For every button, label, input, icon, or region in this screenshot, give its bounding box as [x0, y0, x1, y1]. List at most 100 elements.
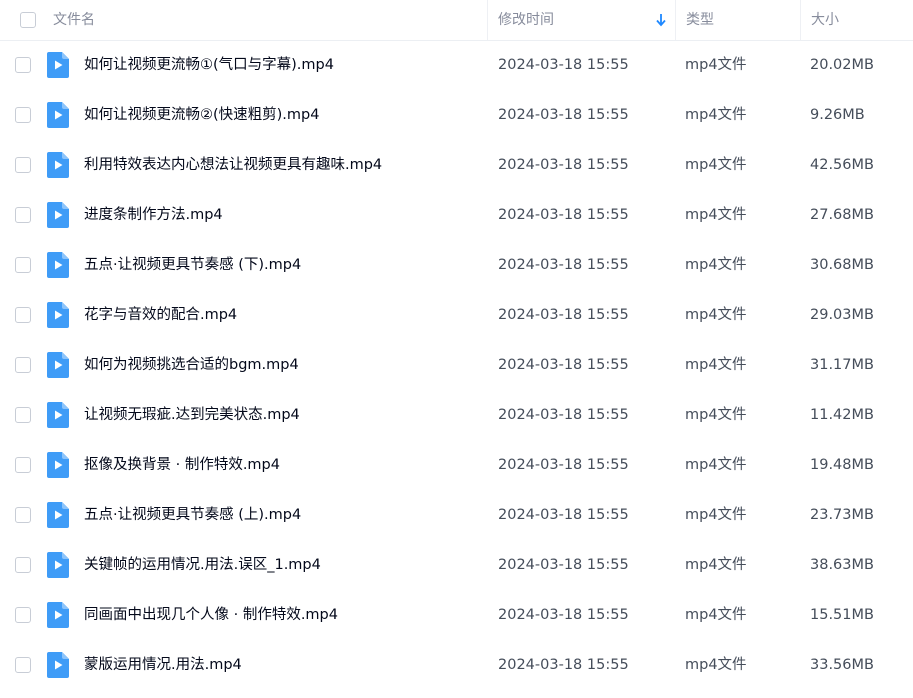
file-name[interactable]: 抠像及换背景 · 制作特效.mp4	[84, 440, 280, 490]
file-modified-time: 2024-03-18 15:55	[498, 457, 629, 473]
file-modified-time: 2024-03-18 15:55	[498, 57, 629, 73]
file-modified-time: 2024-03-18 15:55	[498, 557, 629, 573]
file-row[interactable]: 如何让视频更流畅①(气口与字幕).mp4 2024-03-18 15:55 mp…	[0, 40, 913, 90]
file-modified-time: 2024-03-18 15:55	[498, 607, 629, 623]
file-modified-time: 2024-03-18 15:55	[498, 507, 629, 523]
file-name[interactable]: 五点·让视频更具节奏感 (下).mp4	[84, 240, 301, 290]
file-size: 38.63MB	[810, 557, 874, 573]
file-modified-time: 2024-03-18 15:55	[498, 307, 629, 323]
file-size: 11.42MB	[810, 407, 874, 423]
column-header-name[interactable]: 文件名	[53, 0, 95, 40]
file-name[interactable]: 五点·让视频更具节奏感 (上).mp4	[84, 490, 301, 540]
file-size: 9.26MB	[810, 107, 865, 123]
file-name[interactable]: 利用特效表达内心想法让视频更具有趣味.mp4	[84, 140, 382, 190]
video-file-icon	[47, 302, 69, 328]
file-list-header: 文件名 修改时间 类型 大小	[0, 0, 913, 41]
file-modified-time: 2024-03-18 15:55	[498, 257, 629, 273]
file-type: mp4文件	[685, 457, 747, 473]
row-checkbox[interactable]	[15, 457, 31, 473]
video-file-icon	[47, 152, 69, 178]
file-row[interactable]: 进度条制作方法.mp4 2024-03-18 15:55 mp4文件 27.68…	[0, 190, 913, 240]
file-modified-time: 2024-03-18 15:55	[498, 107, 629, 123]
video-file-icon	[47, 652, 69, 678]
file-row[interactable]: 花字与音效的配合.mp4 2024-03-18 15:55 mp4文件 29.0…	[0, 290, 913, 340]
column-header-size[interactable]: 大小	[811, 0, 839, 40]
file-type: mp4文件	[685, 307, 747, 323]
file-row[interactable]: 同画面中出现几个人像 · 制作特效.mp4 2024-03-18 15:55 m…	[0, 590, 913, 640]
file-row[interactable]: 如何让视频更流畅②(快速粗剪).mp4 2024-03-18 15:55 mp4…	[0, 90, 913, 140]
file-size: 23.73MB	[810, 507, 874, 523]
column-divider[interactable]	[800, 0, 801, 40]
file-name[interactable]: 让视频无瑕疵.达到完美状态.mp4	[84, 390, 300, 440]
file-row[interactable]: 蒙版运用情况.用法.mp4 2024-03-18 15:55 mp4文件 33.…	[0, 640, 913, 690]
file-type: mp4文件	[685, 207, 747, 223]
video-file-icon	[47, 602, 69, 628]
file-modified-time: 2024-03-18 15:55	[498, 157, 629, 173]
video-file-icon	[47, 402, 69, 428]
file-type: mp4文件	[685, 507, 747, 523]
file-row[interactable]: 抠像及换背景 · 制作特效.mp4 2024-03-18 15:55 mp4文件…	[0, 440, 913, 490]
file-type: mp4文件	[685, 107, 747, 123]
file-name[interactable]: 进度条制作方法.mp4	[84, 190, 223, 240]
file-size: 42.56MB	[810, 157, 874, 173]
row-checkbox[interactable]	[15, 557, 31, 573]
row-checkbox[interactable]	[15, 607, 31, 623]
video-file-icon	[47, 252, 69, 278]
row-checkbox[interactable]	[15, 157, 31, 173]
column-header-type[interactable]: 类型	[686, 0, 714, 40]
video-file-icon	[47, 52, 69, 78]
file-row[interactable]: 如何为视频挑选合适的bgm.mp4 2024-03-18 15:55 mp4文件…	[0, 340, 913, 390]
video-file-icon	[47, 102, 69, 128]
video-file-icon	[47, 502, 69, 528]
file-size: 31.17MB	[810, 357, 874, 373]
row-checkbox[interactable]	[15, 407, 31, 423]
row-checkbox[interactable]	[15, 357, 31, 373]
column-divider[interactable]	[675, 0, 676, 40]
file-size: 33.56MB	[810, 657, 874, 673]
row-checkbox[interactable]	[15, 257, 31, 273]
file-name[interactable]: 如何让视频更流畅①(气口与字幕).mp4	[84, 40, 334, 90]
file-size: 20.02MB	[810, 57, 874, 73]
column-header-modified-time[interactable]: 修改时间	[498, 0, 554, 40]
file-row[interactable]: 关键帧的运用情况.用法.误区_1.mp4 2024-03-18 15:55 mp…	[0, 540, 913, 590]
file-modified-time: 2024-03-18 15:55	[498, 657, 629, 673]
file-name[interactable]: 同画面中出现几个人像 · 制作特效.mp4	[84, 590, 338, 640]
file-type: mp4文件	[685, 657, 747, 673]
arrow-down-icon[interactable]	[655, 13, 667, 27]
row-checkbox[interactable]	[15, 57, 31, 73]
file-size: 19.48MB	[810, 457, 874, 473]
row-checkbox[interactable]	[15, 207, 31, 223]
video-file-icon	[47, 202, 69, 228]
file-list: 文件名 修改时间 类型 大小 如何让视频更流畅①(气口与字幕).mp4 2024…	[0, 0, 913, 698]
file-row[interactable]: 让视频无瑕疵.达到完美状态.mp4 2024-03-18 15:55 mp4文件…	[0, 390, 913, 440]
select-all-checkbox[interactable]	[20, 12, 36, 28]
row-checkbox[interactable]	[15, 507, 31, 523]
file-size: 27.68MB	[810, 207, 874, 223]
video-file-icon	[47, 452, 69, 478]
file-size: 15.51MB	[810, 607, 874, 623]
file-modified-time: 2024-03-18 15:55	[498, 207, 629, 223]
file-name[interactable]: 如何为视频挑选合适的bgm.mp4	[84, 340, 299, 390]
file-name[interactable]: 关键帧的运用情况.用法.误区_1.mp4	[84, 540, 321, 590]
file-row[interactable]: 五点·让视频更具节奏感 (上).mp4 2024-03-18 15:55 mp4…	[0, 490, 913, 540]
row-checkbox[interactable]	[15, 307, 31, 323]
file-type: mp4文件	[685, 357, 747, 373]
file-name[interactable]: 花字与音效的配合.mp4	[84, 290, 237, 340]
file-type: mp4文件	[685, 257, 747, 273]
file-type: mp4文件	[685, 157, 747, 173]
video-file-icon	[47, 552, 69, 578]
file-row[interactable]: 利用特效表达内心想法让视频更具有趣味.mp4 2024-03-18 15:55 …	[0, 140, 913, 190]
file-modified-time: 2024-03-18 15:55	[498, 407, 629, 423]
file-type: mp4文件	[685, 607, 747, 623]
video-file-icon	[47, 352, 69, 378]
file-type: mp4文件	[685, 57, 747, 73]
file-row[interactable]: 五点·让视频更具节奏感 (下).mp4 2024-03-18 15:55 mp4…	[0, 240, 913, 290]
row-checkbox[interactable]	[15, 657, 31, 673]
file-size: 30.68MB	[810, 257, 874, 273]
file-name[interactable]: 如何让视频更流畅②(快速粗剪).mp4	[84, 90, 319, 140]
row-checkbox[interactable]	[15, 107, 31, 123]
column-divider[interactable]	[487, 0, 488, 40]
file-size: 29.03MB	[810, 307, 874, 323]
file-type: mp4文件	[685, 557, 747, 573]
file-name[interactable]: 蒙版运用情况.用法.mp4	[84, 640, 242, 690]
